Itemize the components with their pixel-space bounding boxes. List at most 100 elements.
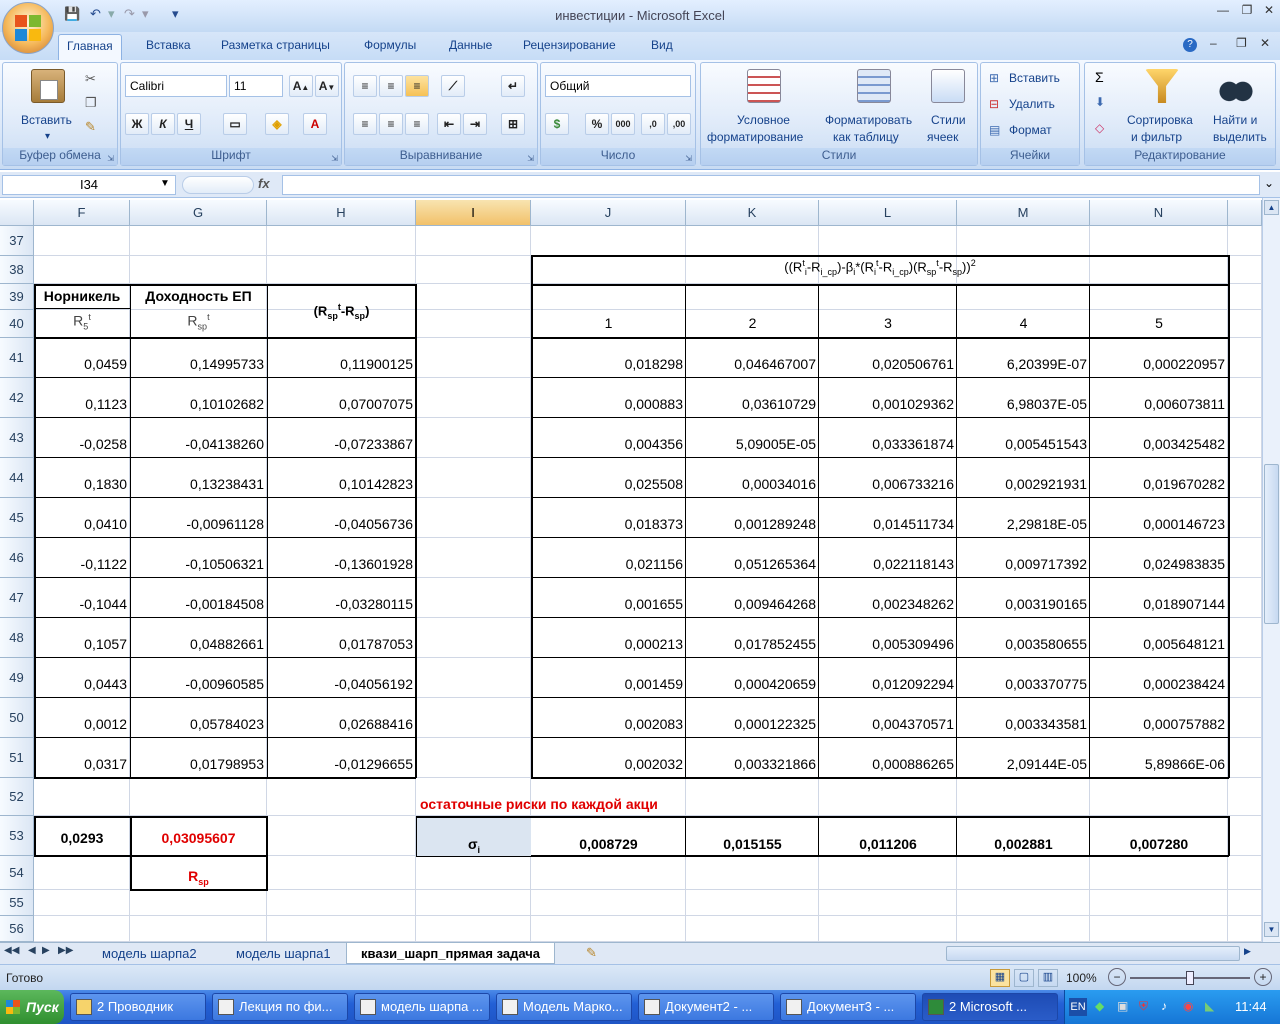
data-cell[interactable]: -0,03280115 (267, 596, 413, 612)
tray-security-icon[interactable]: ◉ (1183, 999, 1193, 1013)
data-cell[interactable]: 0,001459 (531, 676, 683, 692)
data-cell[interactable]: 5,89866E-06 (1090, 756, 1225, 772)
thousands-button[interactable]: 000 (611, 113, 635, 135)
format-as-table-line2[interactable]: как таблицу (833, 130, 899, 144)
tab-page-layout[interactable]: Разметка страницы (221, 38, 330, 52)
data-cell[interactable]: 0,04882661 (130, 636, 264, 652)
data-cell[interactable]: 0,1057 (34, 636, 127, 652)
data-cell[interactable]: 0,000420659 (686, 676, 816, 692)
data-cell[interactable]: 0,11900125 (267, 356, 413, 372)
data-cell[interactable]: 0,019670282 (1090, 476, 1225, 492)
zoom-level[interactable]: 100% (1066, 971, 1097, 985)
percent-button[interactable]: % (585, 113, 609, 135)
sheet-tab-active[interactable]: квази_шарп_прямая задача (346, 943, 556, 964)
data-cell[interactable]: 0,025508 (531, 476, 683, 492)
column-header-I[interactable]: I (416, 200, 531, 226)
close-button[interactable]: ✕ (1258, 3, 1280, 21)
data-cell[interactable]: 0,002083 (531, 716, 683, 732)
vertical-scrollbar[interactable]: ▲ ▼ (1262, 198, 1280, 944)
column-header-J[interactable]: J (531, 200, 686, 226)
f39-norilsk-header[interactable]: Норникель (34, 288, 130, 304)
align-center-button[interactable]: ≡ (379, 113, 403, 135)
format-painter-icon[interactable]: ✎ (85, 119, 96, 135)
number-launcher-icon[interactable]: ⇲ (685, 154, 692, 163)
data-cell[interactable]: 0,020506761 (819, 356, 954, 372)
name-box[interactable]: I34 (2, 175, 176, 195)
font-name-combo[interactable]: Calibri (125, 75, 227, 97)
row-header-55[interactable]: 55 (0, 890, 34, 916)
worksheet-grid[interactable]: FGHIJKLMN 37 38 39 40 41 42 43 44 45 46 47 48 49 50 51… (0, 200, 1262, 942)
row-header-54[interactable]: 54 (0, 856, 34, 890)
tray-app-icon[interactable]: ◆ (1095, 999, 1104, 1013)
series-number-1[interactable]: 1 (531, 315, 686, 331)
tab-formulas[interactable]: Формулы (364, 38, 416, 52)
select-all-corner[interactable] (0, 200, 34, 226)
g54-rsp-label[interactable]: Rsp (130, 868, 267, 887)
shrink-font-button[interactable]: A▼ (315, 75, 339, 97)
column-header-H[interactable]: H (267, 200, 416, 226)
row-header-37[interactable]: 37 (0, 226, 34, 256)
data-cell[interactable]: 0,05784023 (130, 716, 264, 732)
next-sheet-icon[interactable]: ▶ (42, 945, 50, 956)
data-cell[interactable]: 0,0443 (34, 676, 127, 692)
taskbar-document2[interactable]: Документ2 - ... (638, 993, 774, 1021)
restore-button[interactable]: ❐ (1236, 3, 1258, 21)
data-cell[interactable]: -0,10506321 (130, 556, 264, 572)
data-cell[interactable]: 0,000122325 (686, 716, 816, 732)
data-cell[interactable]: -0,00960585 (130, 676, 264, 692)
insert-cells-icon[interactable]: ⊞ (989, 71, 999, 85)
start-button[interactable]: Пуск (0, 990, 64, 1024)
align-right-button[interactable]: ≡ (405, 113, 429, 135)
data-cell[interactable]: 0,0459 (34, 356, 127, 372)
format-as-table-icon[interactable] (857, 69, 891, 103)
insert-function-button[interactable]: fx (258, 176, 270, 191)
data-cell[interactable]: 0,002921931 (957, 476, 1087, 492)
column-header-L[interactable]: L (819, 200, 957, 226)
format-as-table-line1[interactable]: Форматировать (825, 113, 912, 127)
sigma-value[interactable]: 0,015155 (686, 836, 819, 852)
data-cell[interactable]: -0,1122 (34, 556, 127, 572)
data-cell[interactable]: 0,003343581 (957, 716, 1087, 732)
row-header-39[interactable]: 39 (0, 284, 34, 310)
data-cell[interactable]: 0,003425482 (1090, 436, 1225, 452)
row-header-51[interactable]: 51 (0, 738, 34, 778)
data-cell[interactable]: 0,005309496 (819, 636, 954, 652)
language-indicator[interactable]: EN (1069, 998, 1087, 1016)
alignment-launcher-icon[interactable]: ⇲ (527, 154, 534, 163)
cell-styles-icon[interactable] (931, 69, 965, 103)
fill-icon[interactable]: ⬇ (1095, 95, 1105, 109)
sort-filter-line1[interactable]: Сортировка (1127, 113, 1193, 127)
data-cell[interactable]: 0,01798953 (130, 756, 264, 772)
data-cell[interactable]: 0,1830 (34, 476, 127, 492)
column-header-N[interactable]: N (1090, 200, 1228, 226)
sigma-value[interactable]: 0,008729 (531, 836, 686, 852)
data-cell[interactable]: 0,0410 (34, 516, 127, 532)
data-cell[interactable]: 0,002032 (531, 756, 683, 772)
data-cell[interactable]: 0,001029362 (819, 396, 954, 412)
insert-cells-button[interactable]: Вставить (1009, 71, 1060, 85)
data-cell[interactable]: 2,29818E-05 (957, 516, 1087, 532)
sort-filter-icon[interactable] (1145, 69, 1179, 103)
underline-button[interactable]: Ч (177, 113, 201, 135)
wrap-text-button[interactable]: ↵ (501, 75, 525, 97)
increase-indent-button[interactable]: ⇥ (463, 113, 487, 135)
font-launcher-icon[interactable]: ⇲ (331, 154, 338, 163)
zoom-in-icon[interactable]: + (1254, 968, 1272, 986)
orientation-button[interactable]: ⟋ (441, 75, 465, 97)
sigma-value[interactable]: 0,011206 (819, 836, 957, 852)
row-header-42[interactable]: 42 (0, 378, 34, 418)
taskbar-markowitz-model[interactable]: Модель Марко... (496, 993, 632, 1021)
g53-value[interactable]: 0,03095607 (130, 830, 267, 846)
data-cell[interactable]: 0,018298 (531, 356, 683, 372)
font-size-combo[interactable]: 11 (229, 75, 283, 97)
data-cell[interactable]: -0,0258 (34, 436, 127, 452)
decrease-decimal-button[interactable]: ,00 (667, 113, 691, 135)
column-header-F[interactable]: F (34, 200, 130, 226)
row-header-49[interactable]: 49 (0, 658, 34, 698)
tab-data[interactable]: Данные (449, 38, 492, 52)
data-cell[interactable]: 0,001655 (531, 596, 683, 612)
delete-cells-button[interactable]: Удалить (1009, 97, 1055, 111)
i52-residual-risk-label[interactable]: остаточные риски по каждой акци (420, 796, 658, 812)
data-cell[interactable]: 0,004356 (531, 436, 683, 452)
last-sheet-icon[interactable]: ▶▶ (58, 945, 73, 956)
